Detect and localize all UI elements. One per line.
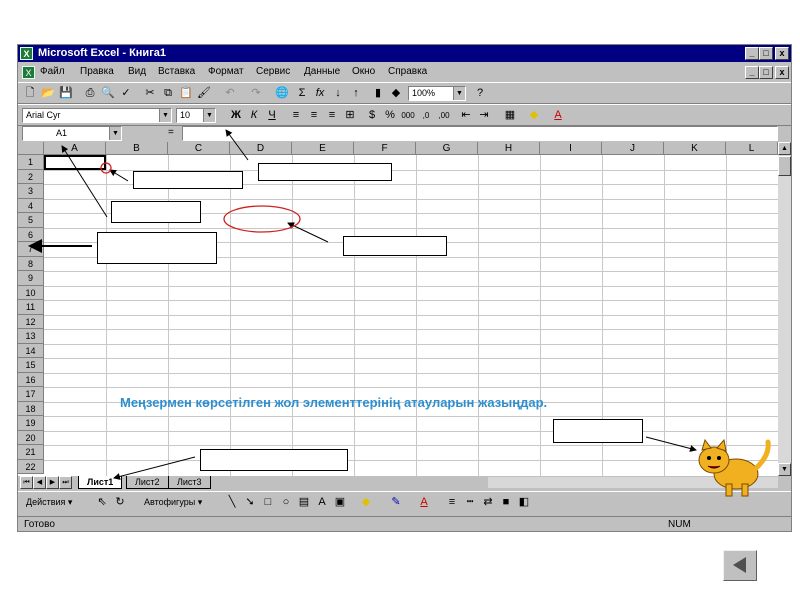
instruction-caption: Меңзермен көрсетілген жол элементтерінің… xyxy=(120,395,548,410)
pointer-arrow xyxy=(113,456,196,480)
pointer-overlay xyxy=(28,129,697,480)
pointer-arrow xyxy=(109,169,129,182)
back-button[interactable] xyxy=(723,550,757,581)
pointer-arrow xyxy=(225,129,249,161)
highlight-circle xyxy=(100,162,112,174)
cat-mascot-icon xyxy=(698,438,771,497)
pointer-arrow xyxy=(645,436,697,452)
pointer-arrow xyxy=(61,145,108,218)
highlight-ellipse xyxy=(223,205,301,233)
back-arrow-icon xyxy=(733,557,746,573)
